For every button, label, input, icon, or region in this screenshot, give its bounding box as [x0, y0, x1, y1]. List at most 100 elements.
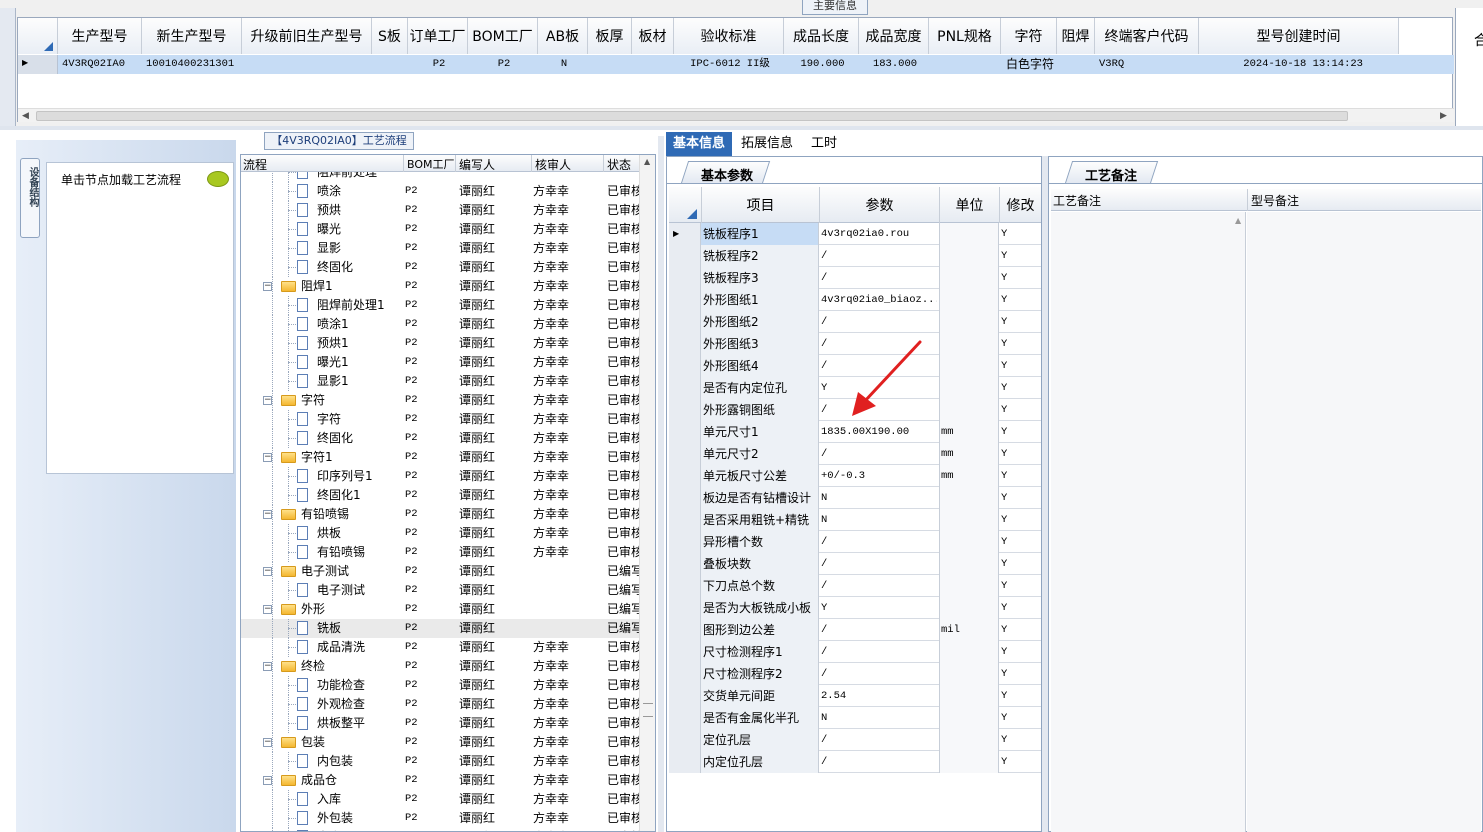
collapse-toggle-icon[interactable]: −: [263, 510, 272, 519]
process-row[interactable]: 外观检查 P2 谭丽红 方幸幸 已审核: [241, 695, 641, 714]
process-column-header[interactable]: BOM工厂: [407, 156, 455, 172]
process-row[interactable]: 终固化 P2 谭丽红 方幸幸 已审核: [241, 429, 641, 448]
param-column-header[interactable]: 参数: [819, 187, 939, 223]
process-row[interactable]: 阻焊前处理1 P2 谭丽红 方幸幸 已审核: [241, 296, 641, 315]
process-row[interactable]: 预烘1 P2 谭丽红 方幸幸 已审核: [241, 334, 641, 353]
column-header[interactable]: 验收标准: [674, 18, 784, 54]
param-row[interactable]: 尺寸检测程序1 / Y: [669, 641, 1041, 663]
column-header[interactable]: 生产型号: [58, 18, 142, 54]
param-row[interactable]: 单元尺寸1 1835.00X190.00 mm Y: [669, 421, 1041, 443]
row-cell[interactable]: N: [542, 55, 586, 74]
column-header[interactable]: 型号创建时间: [1199, 18, 1399, 54]
tab-extended[interactable]: 拓展信息: [734, 132, 800, 156]
param-row[interactable]: 交货单元间距 2.54 Y: [669, 685, 1041, 707]
process-row[interactable]: 烘板 P2 谭丽红 方幸幸 已审核: [241, 524, 641, 543]
process-row[interactable]: 字符 P2 谭丽红 方幸幸 已审核: [241, 410, 641, 429]
process-column-header[interactable]: 编写人: [459, 156, 495, 173]
process-row[interactable]: − 字符1 P2 谭丽红 方幸幸 已审核: [241, 448, 641, 467]
tab-worktime[interactable]: 工时: [804, 132, 844, 156]
param-row[interactable]: 是否为大板铣成小板 Y Y: [669, 597, 1041, 619]
horizontal-splitter[interactable]: [0, 126, 1483, 130]
scroll-thumb[interactable]: [36, 111, 1348, 121]
process-row[interactable]: − 阻焊1 P2 谭丽红 方幸幸 已审核: [241, 277, 641, 296]
param-row[interactable]: 外形图纸1 4v3rq02ia0_biaoz... Y: [669, 289, 1041, 311]
column-header[interactable]: 升级前旧生产型号: [242, 18, 372, 54]
process-column-header[interactable]: 状态: [607, 156, 631, 173]
row-cell[interactable]: P2: [472, 55, 536, 74]
process-row[interactable]: 出库 P2 谭丽红 方幸幸 已审核: [241, 828, 641, 831]
model-remark-box[interactable]: [1247, 212, 1481, 832]
process-row[interactable]: − 字符 P2 谭丽红 方幸幸 已审核: [241, 391, 641, 410]
row-cell[interactable]: 4V3RQ02IA0: [62, 55, 140, 74]
param-row[interactable]: 是否采用粗铣+精铣 N Y: [669, 509, 1041, 531]
column-header[interactable]: 字符: [1001, 18, 1057, 54]
process-vertical-scrollbar[interactable]: ▲: [639, 155, 655, 831]
row-cell[interactable]: V3RQ: [1099, 55, 1197, 74]
param-column-header[interactable]: 项目: [701, 187, 819, 223]
row-cell[interactable]: 183.000: [863, 55, 927, 74]
process-row[interactable]: − 电子测试 P2 谭丽红 已编写: [241, 562, 641, 581]
row-cell[interactable]: [592, 55, 630, 74]
scroll-left-arrow[interactable]: ◀: [22, 111, 29, 121]
tree-placeholder-box[interactable]: 单击节点加载工艺流程: [46, 162, 234, 474]
collapse-toggle-icon[interactable]: −: [263, 738, 272, 747]
column-header[interactable]: 板材: [632, 18, 674, 54]
column-header[interactable]: 终端客户代码: [1095, 18, 1199, 54]
process-row[interactable]: 印序列号1 P2 谭丽红 方幸幸 已审核: [241, 467, 641, 486]
row-header[interactable]: ▶: [18, 55, 58, 74]
process-row[interactable]: 外包装 P2 谭丽红 方幸幸 已审核: [241, 809, 641, 828]
process-row[interactable]: − 终检 P2 谭丽红 方幸幸 已审核: [241, 657, 641, 676]
param-row[interactable]: 单元板尺寸公差 +0/-0.3 mm Y: [669, 465, 1041, 487]
right-side-tab[interactable]: 合: [1455, 8, 1483, 126]
collapse-toggle-icon[interactable]: −: [263, 567, 272, 576]
process-row[interactable]: 电子测试 P2 谭丽红 已编写: [241, 581, 641, 600]
process-row[interactable]: 铣板 P2 谭丽红 已编写: [241, 619, 641, 638]
process-row[interactable]: 预烘 P2 谭丽红 方幸幸 已审核: [241, 201, 641, 220]
collapse-toggle-icon[interactable]: −: [263, 282, 272, 291]
param-row[interactable]: 内定位孔层 / Y: [669, 751, 1041, 773]
scroll-up-arrow[interactable]: ▲: [644, 157, 650, 166]
param-row[interactable]: 铣板程序3 / Y: [669, 267, 1041, 289]
row-cell[interactable]: 2024-10-18 13:14:23: [1203, 55, 1363, 74]
param-row[interactable]: 异形槽个数 / Y: [669, 531, 1041, 553]
column-header[interactable]: 板厚: [588, 18, 632, 54]
row-cell[interactable]: [246, 55, 370, 74]
row-cell[interactable]: [933, 55, 999, 74]
param-row[interactable]: 板边是否有钻槽设计 N Y: [669, 487, 1041, 509]
collapse-toggle-icon[interactable]: −: [263, 605, 272, 614]
process-row[interactable]: 有铅喷锡 P2 谭丽红 方幸幸 已审核: [241, 543, 641, 562]
column-header[interactable]: 新生产型号: [142, 18, 242, 54]
process-row[interactable]: 入库 P2 谭丽红 方幸幸 已审核: [241, 790, 641, 809]
row-cell[interactable]: 10010400231301: [146, 55, 240, 74]
process-row[interactable]: − 包装 P2 谭丽红 方幸幸 已审核: [241, 733, 641, 752]
row-cell[interactable]: P2: [412, 55, 466, 74]
process-column-header[interactable]: 流程: [243, 156, 267, 173]
column-header[interactable]: S板: [372, 18, 408, 54]
process-row[interactable]: 喷涂 P2 谭丽红 方幸幸 已审核: [241, 182, 641, 201]
param-row[interactable]: 尺寸检测程序2 / Y: [669, 663, 1041, 685]
param-row[interactable]: 单元尺寸2 / mm Y: [669, 443, 1041, 465]
column-header[interactable]: BOM工厂: [468, 18, 538, 54]
column-header[interactable]: AB板: [538, 18, 588, 54]
row-cell[interactable]: 190.000: [788, 55, 857, 74]
column-header[interactable]: PNL规格: [929, 18, 1001, 54]
row-cell[interactable]: [376, 55, 406, 74]
param-row[interactable]: 外形图纸2 / Y: [669, 311, 1041, 333]
collapse-toggle-icon[interactable]: −: [263, 396, 272, 405]
scroll-up-arrow[interactable]: ▲: [1235, 216, 1241, 225]
param-row[interactable]: 定位孔层 / Y: [669, 729, 1041, 751]
tab-basic[interactable]: 基本信息: [666, 132, 733, 156]
process-row[interactable]: 终固化 P2 谭丽红 方幸幸 已审核: [241, 258, 641, 277]
row-cell[interactable]: [636, 55, 672, 74]
column-header[interactable]: 成品宽度: [859, 18, 929, 54]
process-row[interactable]: 成品清洗 P2 谭丽红 方幸幸 已审核: [241, 638, 641, 657]
scroll-grip[interactable]: [643, 703, 653, 717]
param-row[interactable]: 叠板块数 / Y: [669, 553, 1041, 575]
process-remark-box[interactable]: ▲: [1051, 212, 1246, 832]
process-row[interactable]: 终固化1 P2 谭丽红 方幸幸 已审核: [241, 486, 641, 505]
collapse-toggle-icon[interactable]: −: [263, 776, 272, 785]
process-row[interactable]: − 外形 P2 谭丽红 已编写: [241, 600, 641, 619]
horizontal-scrollbar[interactable]: ◀ ▶: [18, 108, 1454, 122]
scroll-right-arrow[interactable]: ▶: [1440, 111, 1447, 121]
process-row[interactable]: 内包装 P2 谭丽红 方幸幸 已审核: [241, 752, 641, 771]
